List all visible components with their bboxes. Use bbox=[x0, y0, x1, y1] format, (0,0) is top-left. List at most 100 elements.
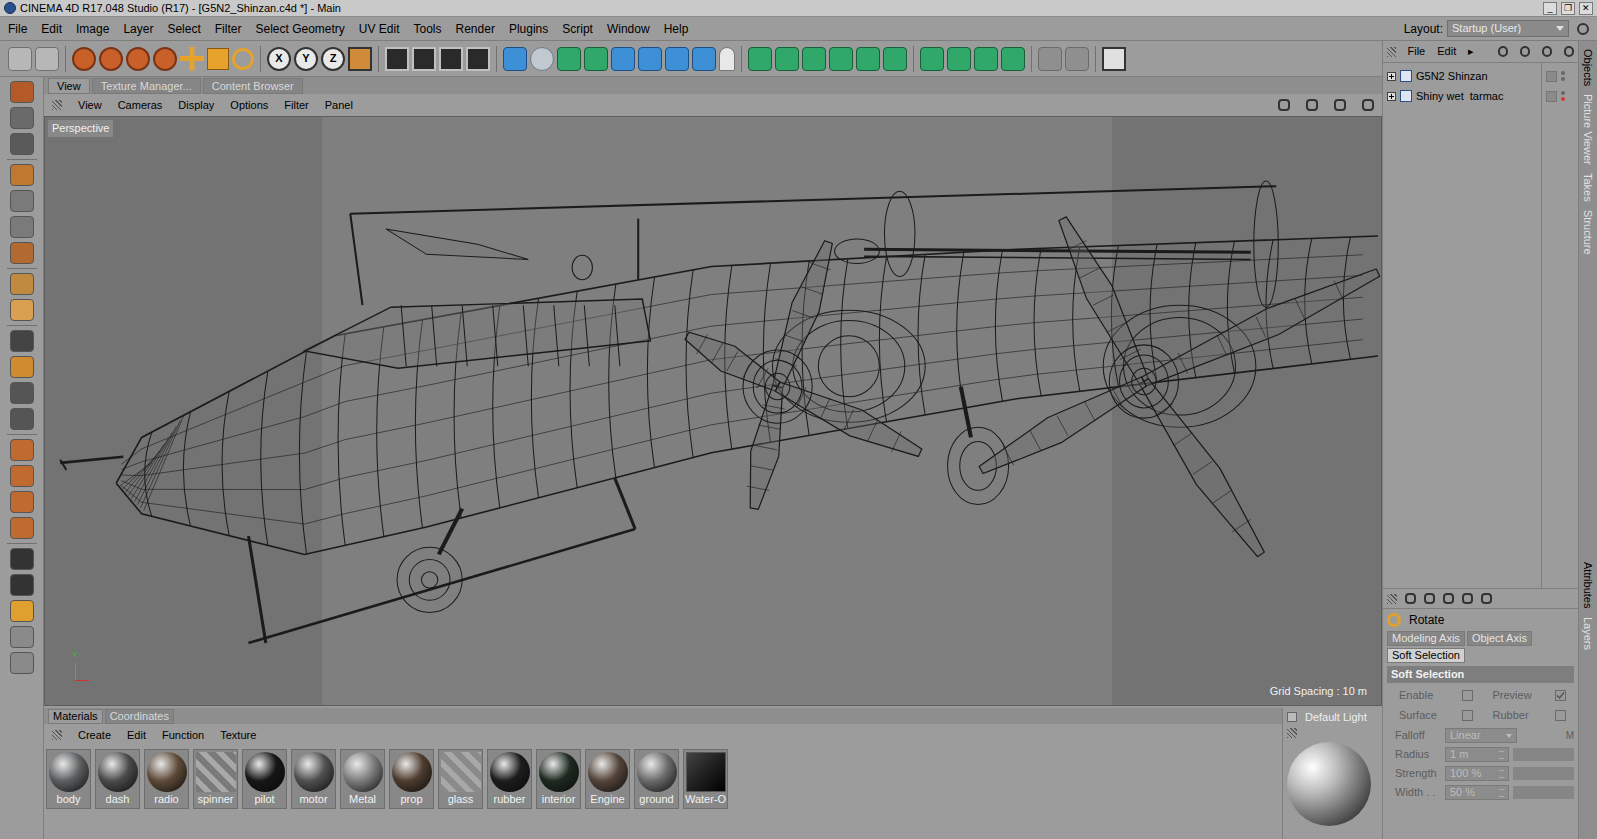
cube-primitive-icon[interactable] bbox=[638, 47, 662, 71]
target-icon[interactable] bbox=[1462, 593, 1473, 604]
null-object-icon[interactable] bbox=[1400, 70, 1412, 82]
slider-track[interactable] bbox=[1513, 748, 1574, 761]
null-object-icon[interactable] bbox=[1400, 90, 1412, 102]
coordinate-system-icon[interactable] bbox=[348, 47, 372, 71]
window-control-button[interactable]: ❐ bbox=[1561, 2, 1575, 15]
expand-icon[interactable] bbox=[1387, 72, 1396, 81]
material-swatch[interactable]: Metal bbox=[340, 749, 385, 809]
menu-item[interactable]: Select bbox=[167, 20, 200, 38]
generator-icon[interactable] bbox=[557, 47, 581, 71]
magnet-icon[interactable] bbox=[10, 356, 34, 378]
menu-item[interactable]: Script bbox=[562, 20, 593, 38]
cube-primitive-icon[interactable] bbox=[665, 47, 689, 71]
side-tab[interactable]: Picture Viewer bbox=[1576, 94, 1597, 165]
rotate-icon[interactable] bbox=[10, 600, 34, 622]
scale-tool-icon[interactable] bbox=[207, 48, 229, 70]
render-icon[interactable] bbox=[412, 47, 436, 71]
material-swatch[interactable]: prop bbox=[389, 749, 434, 809]
layer-icon[interactable] bbox=[1546, 71, 1557, 82]
window-control-button[interactable]: ✕ bbox=[1579, 2, 1593, 15]
view-tab[interactable]: View bbox=[48, 78, 90, 94]
object-row[interactable]: G5N2 Shinzan bbox=[1383, 66, 1541, 86]
zoom-view-icon[interactable] bbox=[1306, 99, 1318, 111]
side-tab[interactable]: Attributes bbox=[1576, 562, 1597, 608]
light-icon[interactable] bbox=[719, 47, 735, 71]
search-icon[interactable] bbox=[1498, 46, 1508, 57]
menu-item[interactable]: Filter bbox=[215, 20, 242, 38]
rotate-icon[interactable] bbox=[1387, 613, 1401, 627]
new-window-icon[interactable] bbox=[1564, 46, 1574, 57]
material-tab[interactable]: Coordinates bbox=[105, 709, 174, 724]
sculpt-icon[interactable] bbox=[10, 626, 34, 648]
axis-lock-button[interactable]: X bbox=[267, 47, 291, 71]
menu-item[interactable]: Render bbox=[456, 20, 495, 38]
live-selection-icon[interactable] bbox=[10, 439, 34, 461]
material-tab[interactable]: Materials bbox=[48, 709, 103, 724]
generator-icon[interactable] bbox=[947, 47, 971, 71]
lock-icon[interactable] bbox=[1443, 593, 1454, 604]
search-icon[interactable] bbox=[1577, 23, 1589, 35]
checkbox[interactable] bbox=[1555, 690, 1566, 701]
points-mode-icon[interactable] bbox=[10, 190, 34, 212]
menu-item[interactable]: Window bbox=[607, 20, 650, 38]
material-swatch[interactable]: Water-O bbox=[683, 749, 728, 809]
material-swatch[interactable]: rubber bbox=[487, 749, 532, 809]
checkbox[interactable] bbox=[1555, 710, 1566, 721]
grip-icon[interactable] bbox=[1387, 47, 1396, 57]
object-menu-item[interactable]: ▸ bbox=[1468, 43, 1474, 60]
generator-icon[interactable] bbox=[974, 47, 998, 71]
preview-toggle-icon[interactable] bbox=[1287, 712, 1297, 722]
menu-item[interactable]: UV Edit bbox=[359, 20, 400, 38]
side-tab[interactable]: Structure bbox=[1576, 210, 1597, 255]
object-menu-item[interactable]: Edit bbox=[1437, 43, 1456, 60]
slider-track[interactable] bbox=[1513, 767, 1574, 780]
material-swatch[interactable]: dash bbox=[95, 749, 140, 809]
fullscreen-icon[interactable] bbox=[1102, 47, 1126, 71]
rotate-tool-icon[interactable] bbox=[232, 48, 254, 70]
menu-item[interactable]: Layer bbox=[123, 20, 153, 38]
rect-selection-icon[interactable] bbox=[10, 465, 34, 487]
generator-icon[interactable] bbox=[748, 47, 772, 71]
viewport-menu-item[interactable]: View bbox=[78, 97, 102, 114]
spline-icon[interactable] bbox=[530, 47, 554, 71]
layer-icon[interactable] bbox=[1546, 91, 1557, 102]
edges-mode-icon[interactable] bbox=[10, 216, 34, 238]
undo-icon[interactable] bbox=[35, 47, 59, 71]
render-icon[interactable] bbox=[439, 47, 463, 71]
view-tab[interactable]: Texture Manager... bbox=[92, 78, 201, 94]
undo-icon[interactable] bbox=[8, 47, 32, 71]
axis-lock-button[interactable]: Z bbox=[321, 47, 345, 71]
material-menu-item[interactable]: Function bbox=[162, 727, 204, 744]
model-mode-icon[interactable] bbox=[10, 81, 34, 103]
viewport-menu-item[interactable]: Filter bbox=[284, 97, 308, 114]
polygons-mode-icon[interactable] bbox=[10, 242, 34, 264]
app-logo-icon[interactable] bbox=[4, 2, 16, 14]
material-swatch[interactable]: motor bbox=[291, 749, 336, 809]
visibility-dots-icon[interactable] bbox=[1561, 71, 1565, 81]
view-icon[interactable] bbox=[1542, 46, 1552, 57]
axis-lock-button[interactable]: Y bbox=[294, 47, 318, 71]
viewport[interactable]: PerspectiveGrid Spacing : 10 mY bbox=[44, 116, 1382, 706]
selection-tool-icon[interactable] bbox=[153, 47, 177, 71]
menu-item[interactable]: File bbox=[8, 20, 27, 38]
selection-tool-icon[interactable] bbox=[126, 47, 150, 71]
cube-primitive-icon[interactable] bbox=[692, 47, 716, 71]
tweak-mode-icon[interactable] bbox=[10, 299, 34, 321]
material-menu-item[interactable]: Texture bbox=[220, 727, 256, 744]
cube-primitive-icon[interactable] bbox=[503, 47, 527, 71]
snap-icon[interactable] bbox=[10, 330, 34, 352]
axis-mode-icon[interactable] bbox=[10, 273, 34, 295]
menu-item[interactable]: Select Geometry bbox=[255, 20, 344, 38]
slider-track[interactable] bbox=[1513, 786, 1574, 799]
paint-icon[interactable] bbox=[10, 652, 34, 674]
snap-icon[interactable] bbox=[1038, 47, 1062, 71]
search-icon[interactable] bbox=[1424, 593, 1435, 604]
attribute-tab[interactable]: Object Axis bbox=[1467, 631, 1532, 646]
number-field[interactable]: 100 % bbox=[1445, 766, 1509, 781]
checkbox-row[interactable]: Enable bbox=[1387, 687, 1481, 703]
menu-item[interactable]: Tools bbox=[414, 20, 442, 38]
snap-icon[interactable] bbox=[1065, 47, 1089, 71]
move-tool-icon[interactable] bbox=[180, 47, 204, 71]
checkbox-row[interactable]: Preview bbox=[1481, 687, 1575, 703]
material-swatch[interactable]: interior bbox=[536, 749, 581, 809]
